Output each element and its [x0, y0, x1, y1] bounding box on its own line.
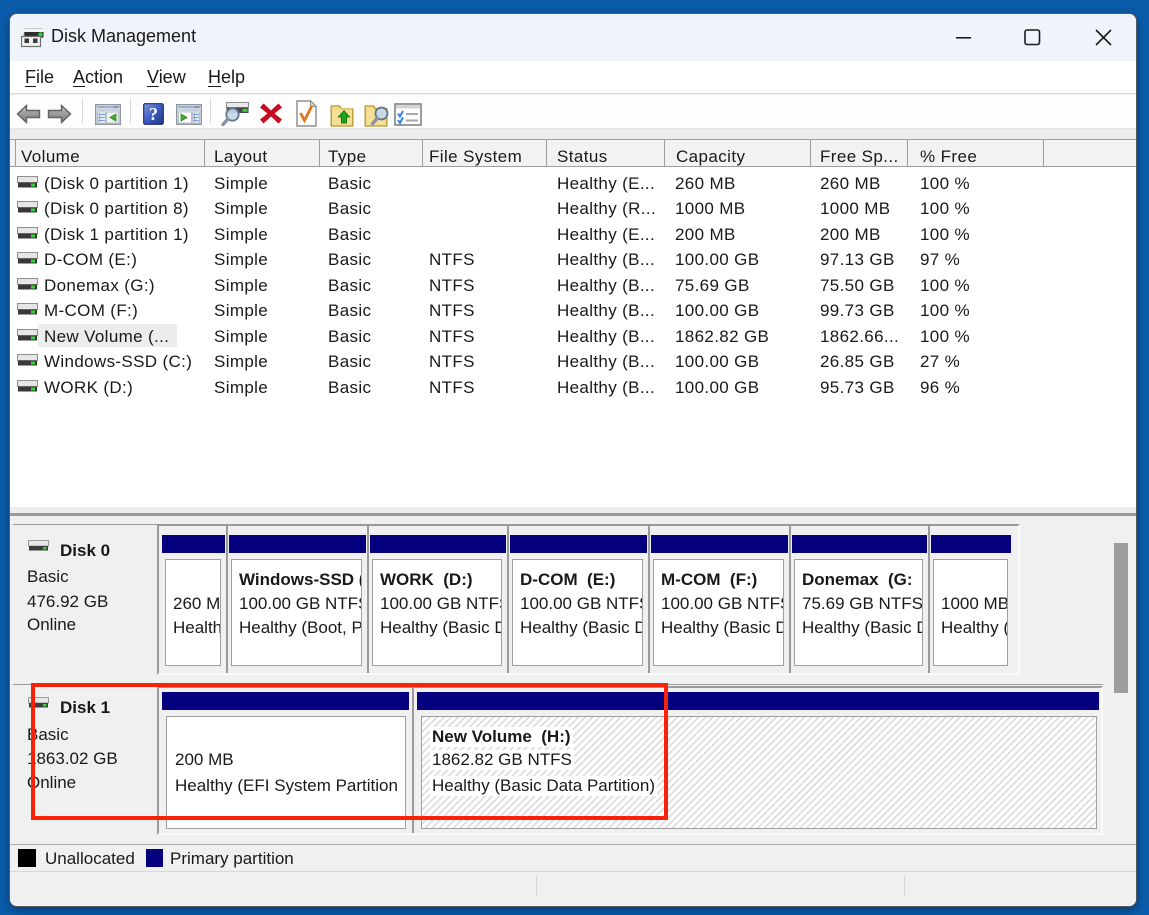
svg-text:?: ?: [149, 104, 158, 124]
